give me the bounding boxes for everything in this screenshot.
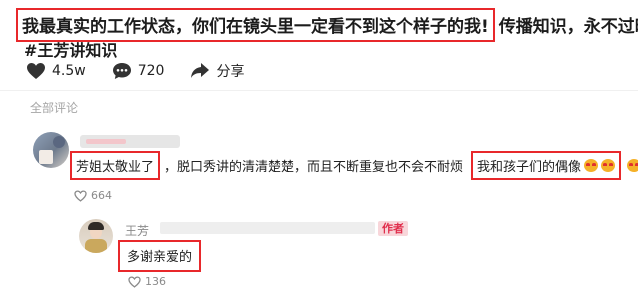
highlighted-comment-phrase: 芳姐太敬业了 xyxy=(70,150,161,180)
post-stats: 4.5w 720 分享 xyxy=(26,60,270,82)
heart-outline-icon xyxy=(128,275,141,288)
blurred-username xyxy=(80,135,180,148)
blurred-author-name xyxy=(160,222,375,234)
comment-middle-text: ，脱口秀讲的清清楚楚，而且不断重复也不会不耐烦 xyxy=(164,159,464,175)
comment-like-count: 664 xyxy=(91,189,112,202)
heart-outline-icon xyxy=(74,189,87,202)
comment-count: 720 xyxy=(137,63,165,79)
emoji-icon xyxy=(584,158,599,172)
reply-like-button[interactable]: 136 xyxy=(128,275,166,288)
author-badge: 作者 xyxy=(378,221,408,236)
share-label: 分享 xyxy=(216,64,245,80)
title-tail: 传播知识，永不过时! xyxy=(498,17,638,37)
like-count: 4.5w xyxy=(52,63,86,79)
author-avatar[interactable] xyxy=(79,219,113,253)
share-icon xyxy=(191,63,210,78)
reply-like-count: 136 xyxy=(145,275,166,288)
highlighted-reply: 多谢亲爱的 xyxy=(118,240,202,272)
comment-button[interactable]: 720 xyxy=(112,62,165,80)
comment-like-button[interactable]: 664 xyxy=(74,189,112,202)
emoji-icon xyxy=(601,158,616,172)
comment-text: 芳姐太敬业了 ，脱口秀讲的清清楚楚，而且不断重复也不会不耐烦 我和孩子们的偶像 xyxy=(70,150,638,180)
reply-author-name[interactable]: 王芳 xyxy=(125,222,149,239)
divider xyxy=(0,90,638,91)
emoji-icon xyxy=(627,158,638,172)
section-label: 全部评论 xyxy=(30,101,79,115)
avatar[interactable] xyxy=(33,132,69,168)
reply-text: 多谢亲爱的 xyxy=(118,240,202,272)
share-button[interactable]: 分享 xyxy=(190,61,244,81)
comment-icon xyxy=(112,63,131,79)
highlighted-comment-phrase-2: 我和孩子们的偶像 xyxy=(471,150,622,180)
hashtag-link[interactable]: #王芳讲知识 xyxy=(24,37,117,61)
heart-icon xyxy=(27,63,45,79)
like-button[interactable]: 4.5w xyxy=(26,62,86,80)
